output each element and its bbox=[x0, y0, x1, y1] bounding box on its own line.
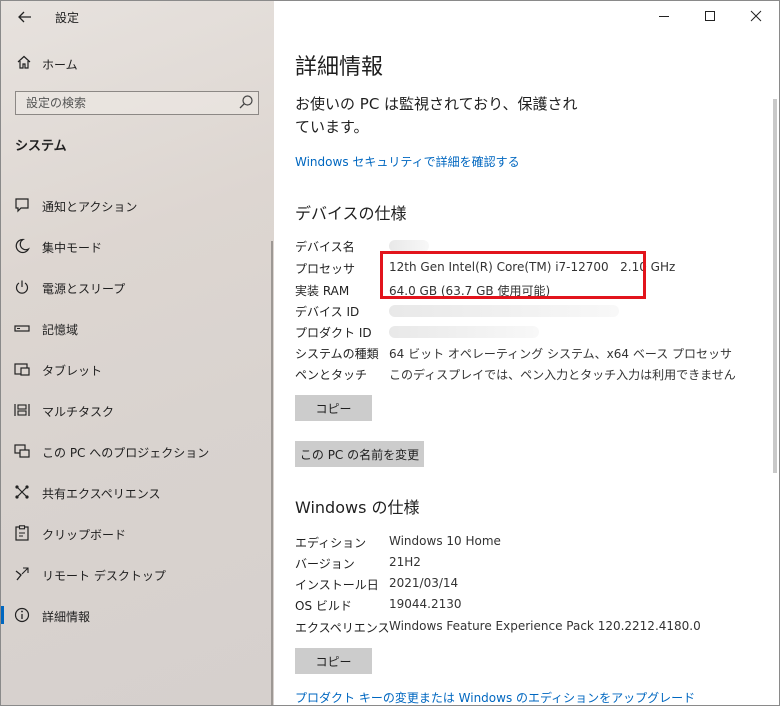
sidebar-item-shared-experience[interactable]: 共有エクスペリエンス bbox=[1, 475, 271, 509]
sidebar: 設定 ホーム システム 通知とアクション 集中モード 電源とスリープ bbox=[1, 1, 274, 705]
spec-row-system-type: システムの種類 64 ビット オペレーティング システム、x64 ベース プロセ… bbox=[295, 345, 775, 365]
spec-label: インストール日 bbox=[295, 578, 379, 592]
spec-label: システムの種類 bbox=[295, 347, 379, 361]
window-controls bbox=[641, 1, 779, 33]
spec-label: プロセッサ bbox=[295, 262, 356, 276]
device-specs-heading: デバイスの仕様 bbox=[295, 204, 407, 223]
spec-value: Windows 10 Home bbox=[389, 534, 501, 548]
sidebar-item-home[interactable]: ホーム bbox=[1, 53, 274, 75]
storage-icon bbox=[13, 319, 31, 337]
copy-windows-specs-button[interactable]: コピー bbox=[295, 648, 372, 674]
projection-icon bbox=[13, 442, 31, 460]
spec-row-experience: エクスペリエンス Windows Feature Experience Pack… bbox=[295, 619, 775, 639]
sidebar-item-notifications[interactable]: 通知とアクション bbox=[1, 188, 271, 222]
home-icon bbox=[15, 53, 33, 71]
settings-window: 設定 ホーム システム 通知とアクション 集中モード 電源とスリープ bbox=[0, 0, 780, 706]
back-arrow-icon[interactable] bbox=[15, 7, 35, 27]
multitask-icon bbox=[13, 401, 31, 419]
sidebar-item-label: 共有エクスペリエンス bbox=[42, 487, 161, 501]
sidebar-item-storage[interactable]: 記憶域 bbox=[1, 311, 271, 345]
spec-value: 2021/03/14 bbox=[389, 576, 459, 590]
protection-status-text: お使いの PC は監視されており、保護されています。 bbox=[295, 95, 578, 136]
page-title: 詳細情報 bbox=[295, 55, 384, 80]
spec-row-install-date: インストール日 2021/03/14 bbox=[295, 576, 775, 596]
main-scrollbar[interactable] bbox=[773, 99, 777, 473]
sidebar-item-label: タブレット bbox=[42, 364, 103, 378]
spec-label: バージョン bbox=[295, 557, 355, 571]
sidebar-item-remote-desktop[interactable]: リモート デスクトップ bbox=[1, 557, 271, 591]
redacted-value bbox=[389, 305, 619, 317]
spec-label: 実装 RAM bbox=[295, 284, 350, 298]
product-key-link[interactable]: プロダクト キーの変更または Windows のエディションをアップグレード bbox=[295, 689, 695, 705]
search-icon[interactable] bbox=[238, 94, 253, 109]
sidebar-item-projection[interactable]: この PC へのプロジェクション bbox=[1, 434, 271, 468]
app-title: 設定 bbox=[55, 11, 80, 25]
spec-value: 19044.2130 bbox=[389, 597, 462, 611]
spec-row-product-id: プロダクト ID bbox=[295, 324, 775, 344]
sidebar-item-label: マルチタスク bbox=[42, 405, 115, 419]
sidebar-item-label: 通知とアクション bbox=[42, 200, 138, 214]
maximize-icon[interactable] bbox=[687, 1, 733, 33]
sidebar-item-multitask[interactable]: マルチタスク bbox=[1, 393, 271, 427]
remote-desktop-icon bbox=[13, 565, 31, 583]
sidebar-item-power[interactable]: 電源とスリープ bbox=[1, 270, 271, 304]
section-title-system: システム bbox=[15, 139, 67, 154]
spec-row-version: バージョン 21H2 bbox=[295, 555, 775, 575]
sidebar-item-label: 詳細情報 bbox=[42, 610, 91, 624]
power-icon bbox=[13, 278, 31, 296]
search-input[interactable] bbox=[24, 95, 228, 111]
home-label: ホーム bbox=[42, 58, 78, 72]
sidebar-item-label: 電源とスリープ bbox=[42, 282, 126, 296]
rename-pc-button[interactable]: この PC の名前を変更 bbox=[295, 441, 424, 467]
sidebar-item-about[interactable]: 詳細情報 bbox=[1, 598, 271, 632]
highlight-box bbox=[380, 251, 646, 299]
minimize-icon[interactable] bbox=[641, 1, 687, 33]
copy-device-specs-button[interactable]: コピー bbox=[295, 395, 372, 421]
spec-value: 64 ビット オペレーティング システム、x64 ベース プロセッサ bbox=[389, 347, 733, 361]
spec-value: このディスプレイでは、ペン入力とタッチ入力は利用できません bbox=[389, 368, 736, 382]
sidebar-item-label: 集中モード bbox=[42, 241, 103, 255]
spec-value: Windows Feature Experience Pack 120.2212… bbox=[389, 619, 701, 633]
windows-specs-heading: Windows の仕様 bbox=[295, 498, 420, 517]
sidebar-item-label: 記憶域 bbox=[42, 323, 79, 337]
sidebar-item-label: リモート デスクトップ bbox=[42, 569, 166, 583]
sidebar-item-label: クリップボード bbox=[42, 528, 127, 542]
sidebar-item-clipboard[interactable]: クリップボード bbox=[1, 516, 271, 550]
sidebar-item-focus[interactable]: 集中モード bbox=[1, 229, 271, 263]
spec-label: エクスペリエンス bbox=[295, 621, 390, 635]
security-details-link[interactable]: Windows セキュリティで詳細を確認する bbox=[295, 153, 520, 170]
search-box[interactable] bbox=[15, 91, 259, 115]
close-icon[interactable] bbox=[733, 1, 779, 33]
spec-label: デバイス名 bbox=[295, 240, 355, 254]
tablet-icon bbox=[13, 360, 31, 378]
spec-label: プロダクト ID bbox=[295, 326, 372, 340]
spec-row-device-id: デバイス ID bbox=[295, 303, 775, 323]
main-content: 詳細情報 お使いの PC は監視されており、保護されています。 Windows … bbox=[275, 1, 779, 705]
spec-label: エディション bbox=[295, 536, 367, 550]
info-icon bbox=[13, 606, 31, 624]
clipboard-icon bbox=[13, 524, 31, 542]
spec-row-pen-touch: ペンとタッチ このディスプレイでは、ペン入力とタッチ入力は利用できません bbox=[295, 366, 775, 386]
notification-icon bbox=[13, 196, 31, 214]
spec-row-os-build: OS ビルド 19044.2130 bbox=[295, 597, 775, 617]
title-bar-left: 設定 bbox=[1, 1, 274, 33]
shared-experience-icon bbox=[13, 483, 31, 501]
sidebar-scrollbar[interactable] bbox=[271, 241, 273, 705]
spec-label: デバイス ID bbox=[295, 305, 360, 319]
spec-label: OS ビルド bbox=[295, 599, 352, 613]
sidebar-item-tablet[interactable]: タブレット bbox=[1, 352, 271, 386]
moon-icon bbox=[13, 237, 31, 255]
spec-row-edition: エディション Windows 10 Home bbox=[295, 534, 775, 554]
sidebar-item-label: この PC へのプロジェクション bbox=[42, 446, 210, 460]
spec-value: 21H2 bbox=[389, 555, 421, 569]
spec-label: ペンとタッチ bbox=[295, 368, 368, 382]
redacted-value bbox=[389, 326, 539, 338]
